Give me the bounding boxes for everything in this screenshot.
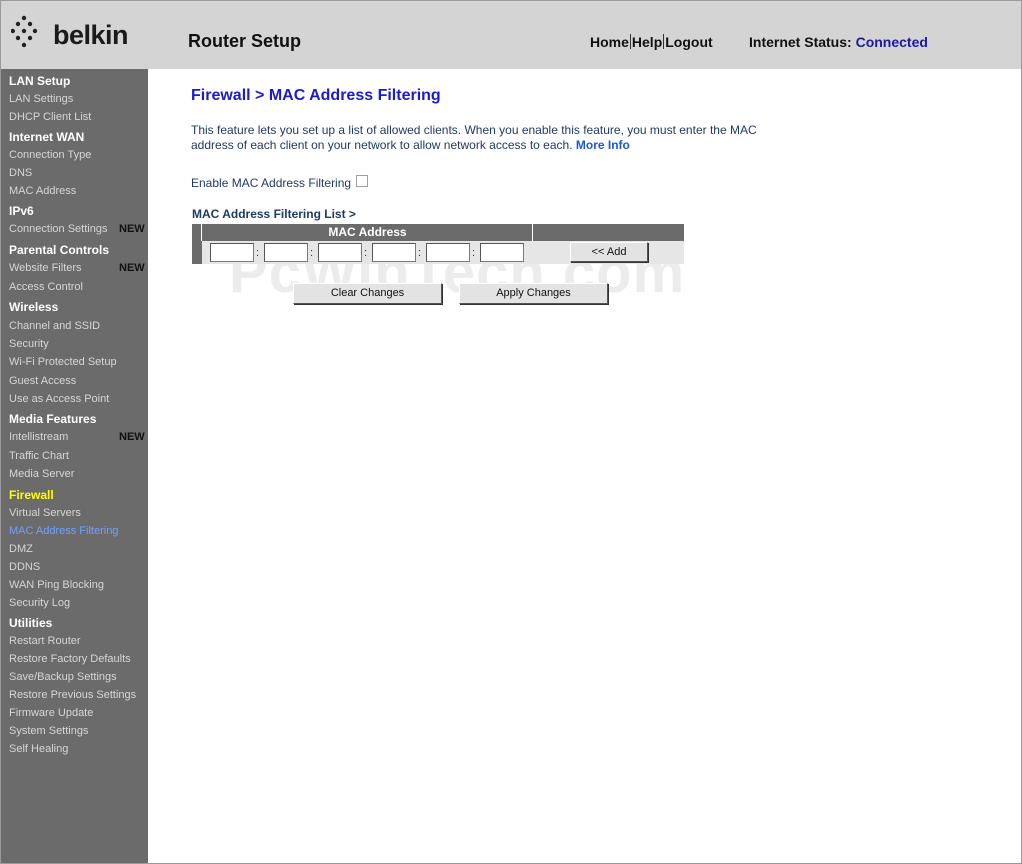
sidebar-item-access-control[interactable]: Access Control (9, 281, 83, 293)
table-header-spacer (192, 224, 202, 241)
sidebar-item-mac-address[interactable]: MAC Address (9, 185, 76, 197)
sidebar-item-website-filters[interactable]: Website Filters (9, 262, 82, 274)
status-label: Internet Status: (749, 34, 852, 50)
sidebar-item-access-point[interactable]: Use as Access Point (9, 393, 109, 405)
sidebar-item-guest-access[interactable]: Guest Access (9, 375, 76, 387)
sidebar-section-utilities[interactable]: Utilities (9, 616, 52, 630)
sidebar-section-media-features[interactable]: Media Features (9, 412, 96, 426)
new-badge: NEW (119, 262, 145, 274)
sidebar-section-wireless[interactable]: Wireless (9, 300, 58, 314)
sidebar-item-dmz[interactable]: DMZ (9, 543, 33, 555)
belkin-wordmark: belkin (53, 20, 129, 50)
sidebar-item-connection-type[interactable]: Connection Type (9, 149, 91, 161)
nav-divider (629, 34, 631, 49)
mac-octet-3-input[interactable] (318, 243, 362, 262)
clear-changes-button[interactable]: Clear Changes (293, 283, 442, 304)
table-header-row: MAC Address (192, 224, 684, 241)
new-badge: NEW (119, 431, 145, 443)
router-setup-window: belkin Router Setup Home Help Logout Inter… (0, 0, 1022, 864)
sidebar-item-restart-router[interactable]: Restart Router (9, 635, 81, 647)
enable-filtering-checkbox[interactable] (356, 175, 369, 187)
sidebar-item-lan-settings[interactable]: LAN Settings (9, 93, 73, 105)
sidebar-item-system-settings[interactable]: System Settings (9, 725, 88, 737)
sidebar-section-lan-setup[interactable]: LAN Setup (9, 74, 70, 88)
sidebar-item-dhcp-client-list[interactable]: DHCP Client List (9, 111, 91, 123)
status-value: Connected (855, 34, 928, 50)
help-link[interactable]: Help (632, 34, 662, 50)
sidebar-item-channel-ssid[interactable]: Channel and SSID (9, 320, 100, 332)
sidebar-item-firmware-update[interactable]: Firmware Update (9, 707, 93, 719)
mac-octet-2-input[interactable] (264, 243, 308, 262)
new-badge: NEW (119, 223, 145, 235)
mac-entry-row: : : : : : << Add (192, 241, 684, 264)
sidebar-item-wps[interactable]: Wi-Fi Protected Setup (9, 356, 117, 368)
more-info-link[interactable]: More Info (576, 138, 630, 152)
sidebar-item-intellistream[interactable]: Intellistream (9, 431, 68, 443)
feature-description: This feature lets you set up a list of a… (191, 123, 791, 153)
sidebar-item-security-log[interactable]: Security Log (9, 597, 70, 609)
header-bar: belkin Router Setup Home Help Logout Inter… (1, 1, 1021, 69)
enable-filtering-row: Enable MAC Address Filtering (191, 175, 369, 190)
home-link[interactable]: Home (590, 34, 629, 50)
mac-separator: : (472, 247, 476, 259)
mac-octet-1-input[interactable] (210, 243, 254, 262)
description-text: This feature lets you set up a list of a… (191, 123, 757, 152)
sidebar-item-media-server[interactable]: Media Server (9, 468, 74, 480)
sidebar-item-connection-settings[interactable]: Connection Settings (9, 223, 107, 235)
mac-octet-4-input[interactable] (372, 243, 416, 262)
mac-separator: : (310, 247, 314, 259)
row-spacer (192, 241, 202, 264)
sidebar-item-virtual-servers[interactable]: Virtual Servers (9, 507, 81, 519)
apply-changes-button[interactable]: Apply Changes (459, 283, 608, 304)
filtering-list-title: MAC Address Filtering List > (192, 207, 356, 221)
sidebar-item-self-healing[interactable]: Self Healing (9, 743, 68, 755)
sidebar-item-security[interactable]: Security (9, 338, 49, 350)
belkin-logo[interactable]: belkin (11, 14, 141, 54)
add-mac-button[interactable]: << Add (570, 242, 648, 262)
mac-address-table: MAC Address : : : : : << Add (192, 224, 684, 264)
table-header-mac-address: MAC Address (203, 224, 533, 241)
sidebar-item-mac-address-filtering[interactable]: MAC Address Filtering (9, 525, 118, 537)
mac-separator: : (256, 247, 260, 259)
sidebar-item-save-backup-settings[interactable]: Save/Backup Settings (9, 671, 117, 683)
mac-octet-6-input[interactable] (480, 243, 524, 262)
page-title: Firewall > MAC Address Filtering (191, 87, 441, 104)
mac-separator: : (418, 247, 422, 259)
mac-separator: : (364, 247, 368, 259)
top-nav: Home Help Logout (590, 34, 713, 50)
logout-link[interactable]: Logout (665, 34, 712, 50)
belkin-dots-icon (11, 15, 38, 48)
sidebar-item-wan-ping-blocking[interactable]: WAN Ping Blocking (9, 579, 104, 591)
sidebar-section-internet-wan[interactable]: Internet WAN (9, 130, 84, 144)
sidebar-item-ddns[interactable]: DDNS (9, 561, 40, 573)
sidebar-item-restore-previous-settings[interactable]: Restore Previous Settings (9, 689, 136, 701)
enable-filtering-label: Enable MAC Address Filtering (191, 176, 352, 190)
sidebar-section-parental-controls[interactable]: Parental Controls (9, 243, 109, 257)
internet-status: Internet Status: Connected (749, 34, 928, 50)
sidebar-section-ipv6[interactable]: IPv6 (9, 204, 34, 218)
sidebar: LAN Setup LAN Settings DHCP Client List … (1, 69, 148, 863)
app-title: Router Setup (188, 31, 302, 51)
sidebar-item-restore-factory-defaults[interactable]: Restore Factory Defaults (9, 653, 131, 665)
sidebar-item-dns[interactable]: DNS (9, 167, 32, 179)
sidebar-item-traffic-chart[interactable]: Traffic Chart (9, 450, 69, 462)
sidebar-section-firewall[interactable]: Firewall (9, 488, 54, 502)
mac-octet-5-input[interactable] (426, 243, 470, 262)
